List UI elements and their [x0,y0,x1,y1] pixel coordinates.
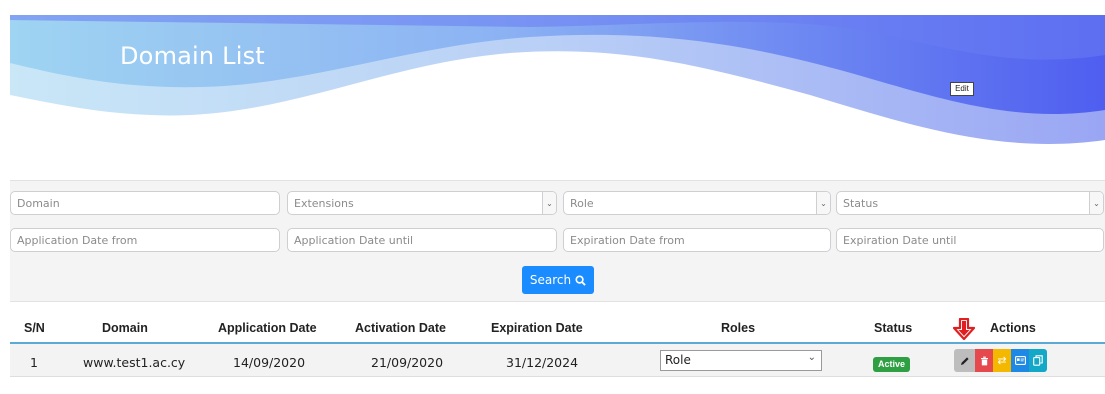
extensions-select-value: Extensions [294,197,354,210]
domain-filter-input[interactable]: Domain [10,191,280,215]
edit-button[interactable] [954,349,975,372]
copy-icon [1033,355,1043,366]
red-down-arrow-icon [953,318,975,340]
cell-sn: 1 [30,355,38,370]
table-row: 1 www.test1.ac.cy 14/09/2020 21/09/2020 … [10,344,1105,377]
search-button-label: Search [529,273,572,287]
application-date-from-input[interactable]: Application Date from [10,228,280,252]
filter-panel: Domain Extensions ⌄ Role ⌄ Status ⌄ Appl… [10,180,1105,302]
edit-tooltip: Edit [950,82,974,96]
cell-domain: www.test1.ac.cy [83,355,186,370]
role-filter-select-value: Role [570,197,594,210]
page-header: Domain List [10,15,1105,180]
status-filter-select-value: Status [843,197,879,210]
column-header-domain: Domain [102,321,148,335]
chevron-down-icon: ⌄ [1089,192,1103,214]
extensions-select[interactable]: Extensions ⌄ [287,191,557,215]
column-header-expiration-date: Expiration Date [491,321,583,335]
trash-icon [980,356,988,365]
column-header-sn: S/N [24,321,45,335]
cell-expiration-date: 31/12/2024 [506,355,579,370]
application-date-until-input[interactable]: Application Date until [287,228,557,252]
column-header-activation-date: Activation Date [355,321,446,335]
copy-button[interactable] [1029,349,1047,372]
column-header-application-date: Application Date [218,321,317,335]
chevron-down-icon: ⌄ [816,192,830,214]
column-header-roles: Roles [721,321,756,335]
status-badge: Active [873,357,911,372]
pencil-icon [960,356,969,365]
transfer-button[interactable]: ⇄ [993,349,1011,372]
delete-button[interactable] [975,349,993,372]
row-role-select[interactable]: Role ⌄ [660,350,822,371]
search-button[interactable]: Search [522,266,594,294]
expiration-date-until-input[interactable]: Expiration Date until [836,228,1104,252]
header-wave-graphic [10,15,1105,180]
cell-application-date: 14/09/2020 [233,355,306,370]
column-header-status: Status [874,321,913,335]
column-header-actions: Actions [990,321,1036,335]
domain-table: S/N Domain Application Date Activation D… [10,302,1105,394]
chevron-down-icon: ⌄ [807,352,816,363]
cell-activation-date: 21/09/2020 [371,355,444,370]
page-title: Domain List [120,42,265,70]
id-card-icon [1014,356,1026,365]
expiration-date-from-input[interactable]: Expiration Date from [563,228,831,252]
swap-icon: ⇄ [997,355,1007,367]
row-role-select-value: Role [665,353,691,367]
details-button[interactable] [1011,349,1029,372]
search-icon [575,274,586,286]
row-actions: ⇄ [954,349,1047,372]
status-filter-select[interactable]: Status ⌄ [836,191,1104,215]
role-filter-select[interactable]: Role ⌄ [563,191,831,215]
chevron-down-icon: ⌄ [542,192,556,214]
